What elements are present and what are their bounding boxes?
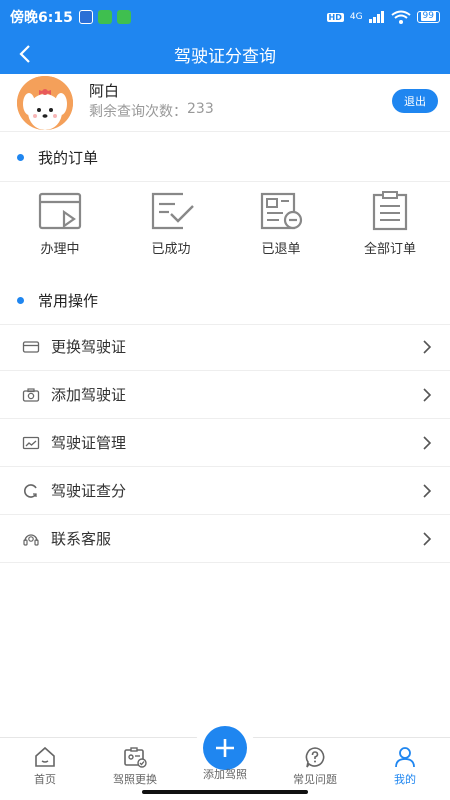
success-check-icon — [151, 192, 194, 230]
order-processing-label: 办理中 — [40, 242, 80, 257]
tab-home[interactable]: 首页 — [0, 738, 90, 788]
operations-section-title: 常用操作 — [38, 292, 99, 310]
menu-item-label: 更换驾驶证 — [51, 338, 127, 356]
clipboard-list-icon — [372, 191, 408, 231]
battery-icon: 99 — [416, 11, 440, 23]
order-success-label: 已成功 — [151, 242, 191, 257]
order-all[interactable]: 全部订单 — [334, 190, 446, 260]
query-count-row: 剩余查询次数： 233 — [89, 101, 214, 121]
orders-section-header: 我的订单 — [0, 134, 450, 182]
license-swap-icon — [124, 747, 147, 768]
tab-license-swap[interactable]: 驾照更换 — [90, 738, 180, 788]
menu-item-check-score[interactable]: 驾驶证查分 — [0, 467, 450, 515]
query-count-value: 233 — [187, 101, 214, 117]
tab-add-license-label: 添加驾照 — [203, 768, 247, 781]
avatar[interactable] — [17, 76, 73, 130]
tab-mine-label: 我的 — [394, 773, 416, 786]
profile-card: 阿白 剩余查询次数： 233 退出 — [0, 74, 450, 132]
status-time: 傍晚6:15 — [10, 10, 73, 26]
tab-help-label: 常见问题 — [293, 773, 337, 786]
order-refunded-label: 已退单 — [261, 242, 301, 257]
menu-item-label: 联系客服 — [51, 530, 112, 548]
order-status-grid: 办理中 已成功 已退单 全部订单 — [0, 190, 450, 260]
tab-mine[interactable]: 我的 — [360, 738, 450, 788]
chevron-right-icon — [423, 388, 432, 402]
tab-license-swap-label: 驾照更换 — [113, 773, 157, 786]
refund-document-icon — [260, 192, 303, 230]
menu-item-add-license[interactable]: 添加驾驶证 — [0, 371, 450, 419]
help-icon — [305, 747, 325, 768]
order-success[interactable]: 已成功 — [115, 190, 227, 260]
chevron-right-icon — [423, 484, 432, 498]
user-icon — [395, 747, 415, 768]
headset-icon — [23, 533, 39, 546]
camera-icon — [22, 387, 40, 402]
wifi-icon — [390, 10, 411, 24]
section-bullet-icon — [17, 297, 24, 304]
home-indicator[interactable] — [142, 790, 308, 794]
status-bar: 傍晚6:15 HD 4G 99 — [0, 0, 450, 34]
order-processing[interactable]: 办理中 — [4, 190, 116, 260]
chart-card-icon — [22, 436, 40, 449]
menu-item-customer-service[interactable]: 联系客服 — [0, 515, 450, 563]
back-arrow-icon[interactable] — [14, 40, 38, 68]
menu-item-replace-license[interactable]: 更换驾驶证 — [0, 323, 450, 371]
menu-item-label: 驾驶证管理 — [51, 434, 127, 452]
order-refunded[interactable]: 已退单 — [225, 190, 337, 260]
network-type: 4G — [349, 12, 363, 22]
chevron-right-icon — [423, 436, 432, 450]
card-icon — [22, 340, 40, 353]
menu-item-label: 驾驶证查分 — [51, 482, 127, 500]
order-all-label: 全部订单 — [363, 242, 416, 257]
home-icon — [35, 746, 55, 767]
nav-bar: 驾驶证分查询 — [0, 34, 450, 74]
logout-button[interactable]: 退出 — [392, 89, 438, 113]
orders-section-title: 我的订单 — [38, 149, 99, 167]
tab-home-label: 首页 — [34, 773, 56, 786]
plus-icon — [216, 739, 234, 757]
query-count-label: 剩余查询次数： — [89, 104, 187, 120]
processing-window-icon — [38, 192, 82, 230]
section-bullet-icon — [17, 154, 24, 161]
puppy-avatar-icon — [17, 76, 73, 130]
tab-help[interactable]: 常见问题 — [270, 738, 360, 788]
hd-badge: HD — [326, 12, 344, 22]
chevron-right-icon — [423, 340, 432, 354]
refresh-icon — [24, 483, 37, 498]
operations-menu: 更换驾驶证 添加驾驶证 驾驶证管理 驾驶证查分 联系客服 — [0, 323, 450, 563]
menu-item-label: 添加驾驶证 — [51, 386, 127, 404]
battery-level: 99 — [420, 11, 436, 21]
user-name: 阿白 — [89, 82, 120, 100]
signal-icon — [368, 11, 384, 23]
download-notification-icon — [97, 10, 112, 24]
add-license-fab[interactable] — [203, 726, 247, 770]
page-title: 驾驶证分查询 — [174, 46, 276, 67]
chevron-right-icon — [423, 532, 432, 546]
app-notification-icon — [78, 10, 93, 24]
menu-item-manage-license[interactable]: 驾驶证管理 — [0, 419, 450, 467]
operations-section-header: 常用操作 — [0, 277, 450, 325]
app-notification-icon-2 — [116, 10, 131, 24]
status-indicators: HD 4G 99 — [326, 10, 440, 24]
